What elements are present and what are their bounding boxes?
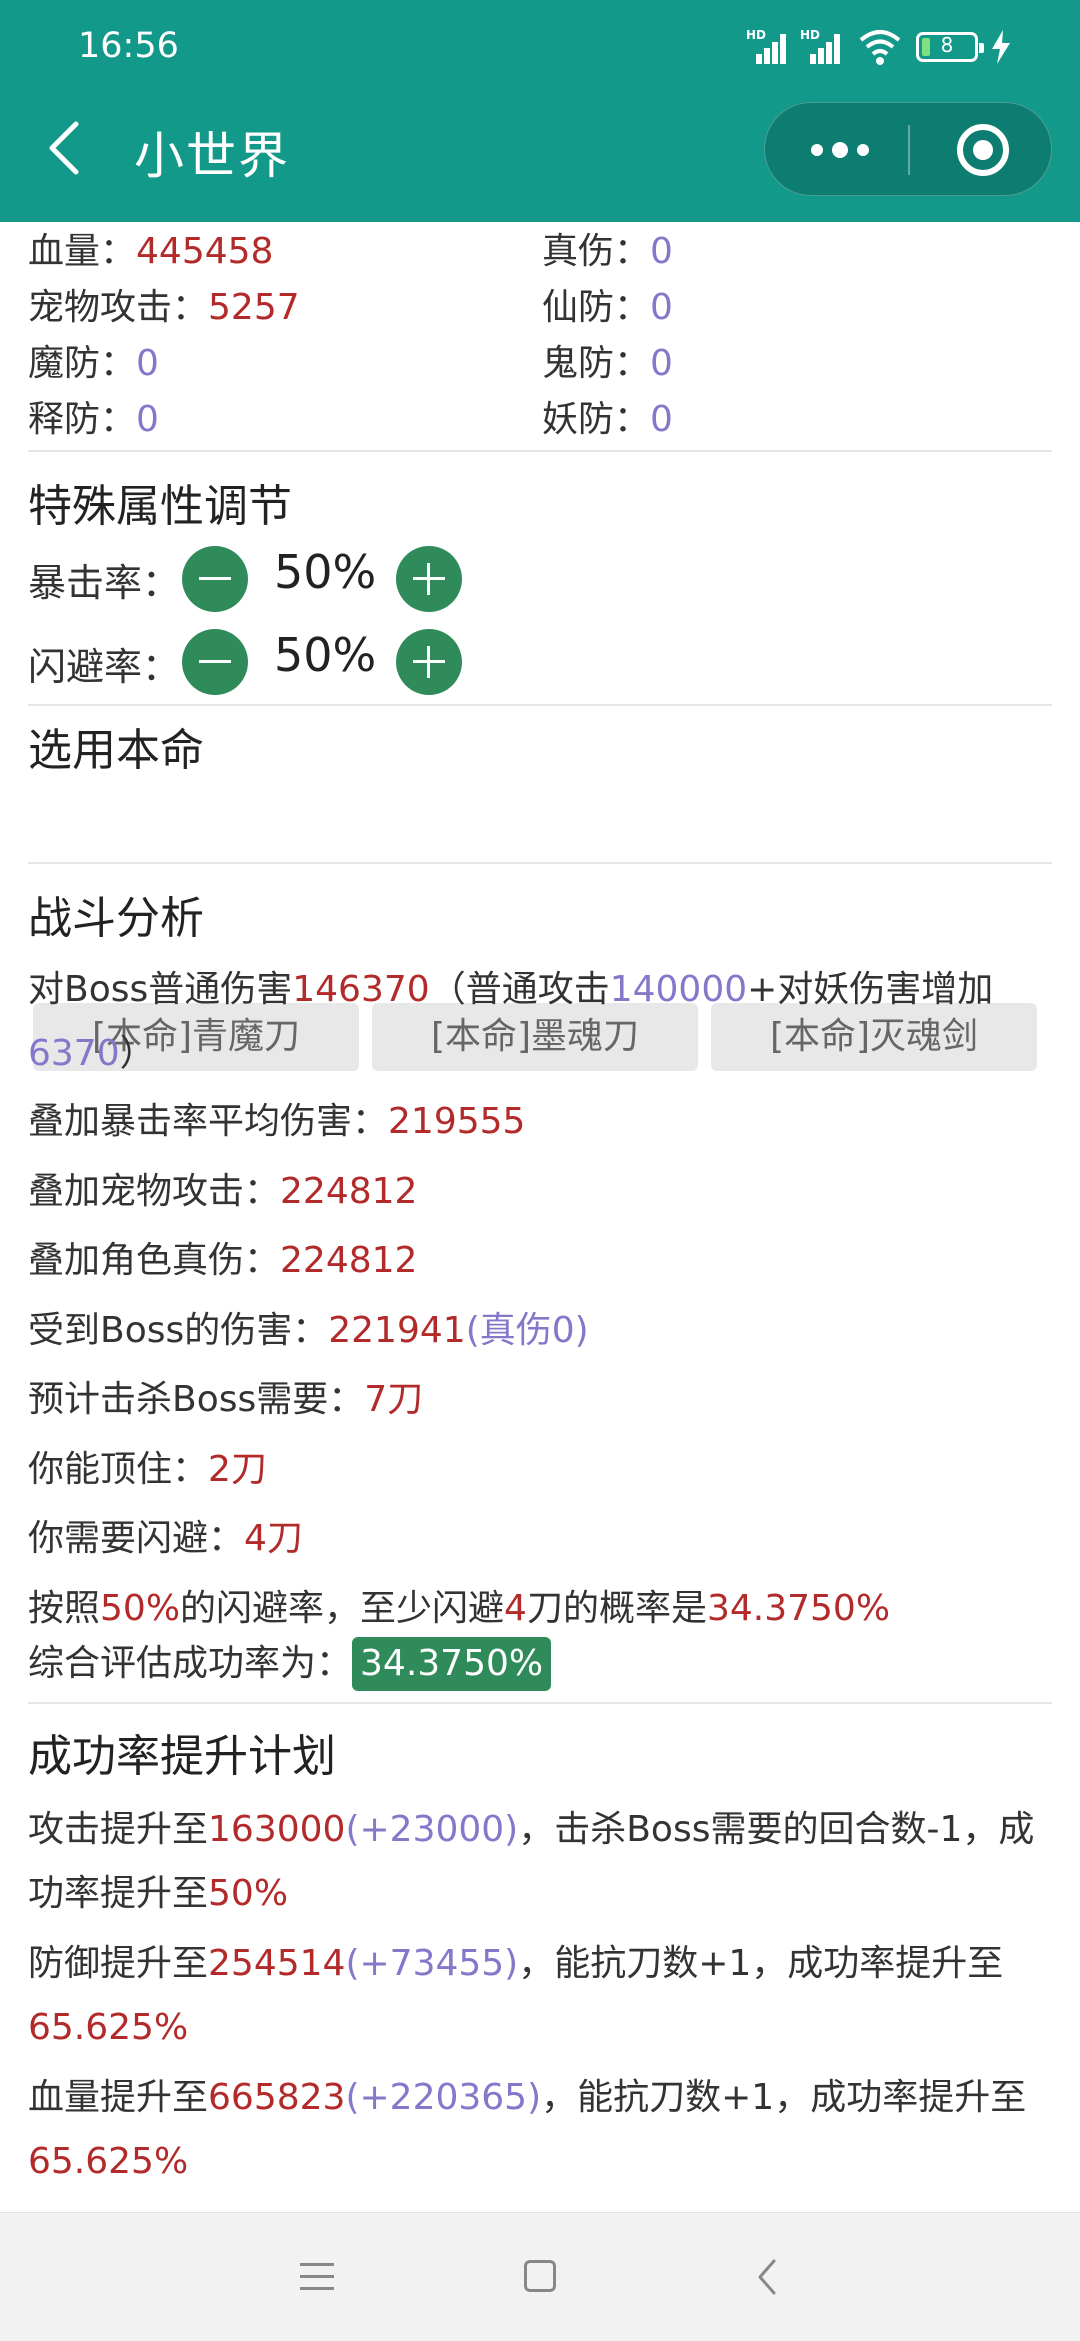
close-target-icon[interactable] bbox=[955, 122, 1011, 178]
plan-defense: 防御提升至254514(+73455)，能抗刀数+1，成功率提升至 65.625% bbox=[28, 1943, 1004, 2048]
crit-increase-button[interactable] bbox=[396, 546, 462, 612]
analysis-pet-attack: 叠加宠物攻击：224812 bbox=[28, 1171, 418, 1212]
stat-hp: 血量：445458 bbox=[28, 231, 274, 272]
stat-mo-def: 魔防：0 bbox=[28, 343, 159, 384]
menu-icon[interactable] bbox=[300, 2263, 334, 2291]
stat-shi-def: 释防：0 bbox=[28, 399, 159, 440]
dodge-decrease-button[interactable] bbox=[182, 629, 248, 695]
home-icon[interactable] bbox=[524, 2260, 556, 2292]
plan-hp: 血量提升至665823(+220365)，能抗刀数+1，成功率提升至 65.625… bbox=[28, 2077, 1027, 2182]
crit-label: 暴击率： bbox=[28, 561, 181, 605]
divider bbox=[28, 704, 1052, 706]
divider bbox=[28, 862, 1052, 864]
dodge-value: 50% bbox=[274, 628, 377, 682]
divider bbox=[28, 1702, 1052, 1704]
crit-value: 50% bbox=[274, 545, 377, 599]
plan-title: 成功率提升计划 bbox=[28, 1731, 336, 1782]
analysis-success-rate: 综合评估成功率为： 34.3750% bbox=[28, 1632, 1058, 1696]
analysis-true-damage: 叠加角色真伤：224812 bbox=[28, 1240, 418, 1281]
divider bbox=[28, 450, 1052, 452]
analysis-normal-damage: 对Boss普通伤害146370（普通攻击140000+对妖伤害增加 6370） bbox=[28, 969, 994, 1074]
battery-level: 8 bbox=[940, 33, 954, 57]
miniprogram-capsule bbox=[764, 102, 1052, 196]
system-nav-bar bbox=[0, 2212, 1080, 2341]
signal-icon: HD bbox=[746, 28, 786, 64]
stat-gui-def: 鬼防：0 bbox=[542, 343, 673, 384]
battery-icon: 8 bbox=[916, 32, 984, 62]
analysis-title: 战斗分析 bbox=[28, 893, 204, 944]
crit-decrease-button[interactable] bbox=[182, 546, 248, 612]
analysis-dodge-hits: 你需要闪避：4刀 bbox=[28, 1518, 303, 1559]
stat-true-dmg: 真伤：0 bbox=[542, 231, 673, 272]
stat-xian-def: 仙防：0 bbox=[542, 287, 673, 328]
status-time: 16:56 bbox=[78, 26, 179, 66]
analysis-crit-damage: 叠加暴击率平均伤害：219555 bbox=[28, 1101, 526, 1142]
stat-yao-def: 妖防：0 bbox=[542, 399, 673, 440]
success-rate-badge: 34.3750% bbox=[352, 1637, 552, 1691]
dodge-increase-button[interactable] bbox=[396, 629, 462, 695]
analysis-kill-hits: 预计击杀Boss需要：7刀 bbox=[28, 1379, 424, 1420]
signal-icon-2: HD bbox=[800, 28, 840, 64]
app-header: 16:56 HD HD 8 小世界 bbox=[0, 0, 1080, 222]
dodge-label: 闪避率： bbox=[28, 645, 181, 689]
analysis-boss-damage: 受到Boss的伤害：221941(真伤0) bbox=[28, 1310, 589, 1351]
plan-attack: 攻击提升至163000(+23000)，击杀Boss需要的回合数-1，成 功率提升… bbox=[28, 1809, 1035, 1914]
stat-pet-attack: 宠物攻击：5257 bbox=[28, 287, 300, 328]
back-icon[interactable] bbox=[40, 118, 90, 178]
analysis-withstand-hits: 你能顶住：2刀 bbox=[28, 1449, 267, 1490]
page-title: 小世界 bbox=[134, 127, 290, 185]
special-title: 特殊属性调节 bbox=[28, 481, 292, 532]
nav-back-icon[interactable] bbox=[752, 2257, 782, 2297]
more-icon[interactable] bbox=[805, 135, 875, 165]
weapon-title: 选用本命 bbox=[28, 725, 204, 776]
wifi-icon bbox=[859, 30, 901, 65]
charging-icon bbox=[992, 30, 1010, 64]
